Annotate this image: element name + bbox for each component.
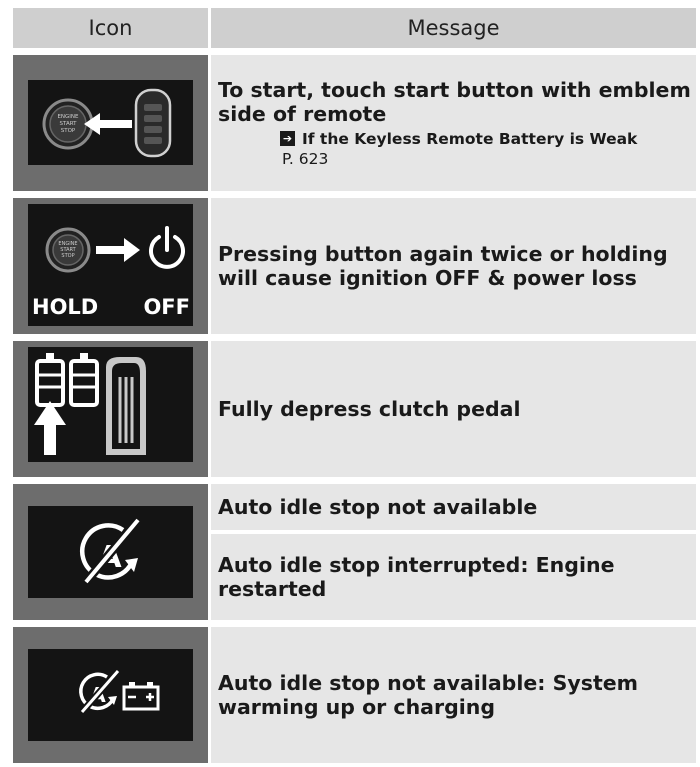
- message-cell-4b: Auto idle stop interrupted: Engine resta…: [211, 534, 696, 620]
- reference-page: P. 623: [282, 149, 329, 168]
- message-text-3: Fully depress clutch pedal: [218, 397, 521, 421]
- icon-cell-2: ENGINE START STOP HOLD OFF: [13, 198, 208, 334]
- icon-cell-3: [13, 341, 208, 477]
- reference-arrow-icon: ➔: [280, 131, 295, 146]
- icon-cell-5: A: [13, 627, 208, 763]
- page-reference: ➔ If the Keyless Remote Battery is Weak …: [280, 129, 696, 169]
- auto-idle-stop-off-icon: A: [28, 506, 193, 598]
- message-text-5: Auto idle stop not available: System war…: [218, 671, 639, 719]
- reference-link[interactable]: If the Keyless Remote Battery is Weak: [302, 129, 637, 149]
- remote-touch-start-icon: ENGINE START STOP: [28, 80, 193, 165]
- message-text-4b: Auto idle stop interrupted: Engine resta…: [218, 553, 615, 601]
- icon2-text-stop: STOP: [61, 253, 74, 259]
- message-cell-3: Fully depress clutch pedal: [211, 341, 696, 477]
- icon-cell-1: ENGINE START STOP: [13, 55, 208, 191]
- header-icon-column: Icon: [13, 8, 208, 48]
- icon-text-stop: STOP: [61, 128, 76, 134]
- header-message-column: Message: [211, 8, 696, 48]
- auto-idle-stop-battery-icon: A: [28, 649, 193, 741]
- message-cell-2: Pressing button again twice or holding w…: [211, 198, 696, 334]
- message-cell-5: Auto idle stop not available: System war…: [211, 627, 696, 763]
- hold-label: HOLD: [32, 295, 98, 319]
- message-text-1: To start, touch start button with emblem…: [218, 77, 691, 126]
- off-label: OFF: [143, 295, 190, 319]
- hold-off-icon: ENGINE START STOP HOLD OFF: [28, 204, 193, 326]
- clutch-pedal-icon: [28, 347, 193, 462]
- message-text-4a: Auto idle stop not available: [218, 495, 538, 519]
- icon-cell-4: A: [13, 484, 208, 620]
- message-text-2: Pressing button again twice or holding w…: [218, 242, 668, 290]
- icon-text-engine: ENGINE: [57, 114, 79, 120]
- icon-text-start: START: [60, 121, 78, 127]
- message-cell-1: To start, touch start button with emblem…: [211, 55, 696, 191]
- message-cell-4a: Auto idle stop not available: [211, 484, 696, 530]
